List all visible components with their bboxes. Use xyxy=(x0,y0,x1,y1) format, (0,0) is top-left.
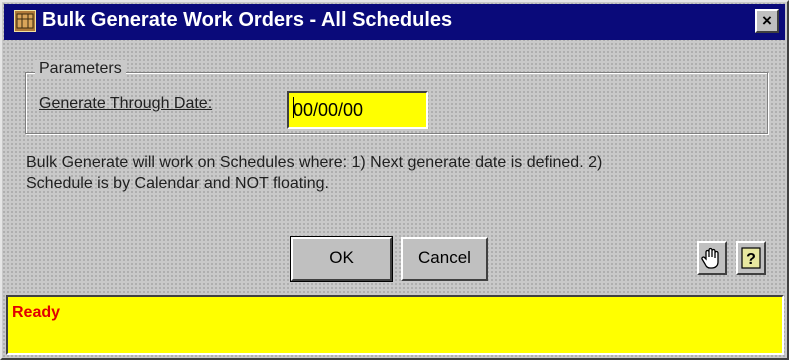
info-line-2: Schedule is by Calendar and NOT floating… xyxy=(26,175,329,192)
info-line-1: Bulk Generate will work on Schedules whe… xyxy=(26,154,603,171)
dialog-window: Bulk Generate Work Orders - All Schedule… xyxy=(0,0,789,360)
ok-button[interactable]: OK xyxy=(290,236,393,282)
svg-text:?: ? xyxy=(746,251,756,268)
close-icon: × xyxy=(762,11,772,30)
info-text: Bulk Generate will work on Schedules whe… xyxy=(26,152,771,194)
parameters-group-label: Parameters xyxy=(35,60,126,78)
generate-through-date-input[interactable] xyxy=(287,91,428,129)
window-title: Bulk Generate Work Orders - All Schedule… xyxy=(42,9,453,31)
title-bar[interactable]: Bulk Generate Work Orders - All Schedule… xyxy=(4,4,785,40)
status-bar: Ready xyxy=(6,295,784,355)
cancel-button[interactable]: Cancel xyxy=(401,237,488,281)
text-caret xyxy=(293,97,294,118)
help-button[interactable]: ? xyxy=(736,241,766,275)
help-question-icon: ? xyxy=(741,247,761,269)
hand-stop-button[interactable] xyxy=(697,241,727,275)
status-text: Ready xyxy=(12,304,61,321)
work-orders-icon xyxy=(14,10,36,32)
close-button[interactable]: × xyxy=(755,9,779,33)
generate-through-date-label: Generate Through Date: xyxy=(39,95,213,112)
hand-stop-icon xyxy=(701,247,719,269)
